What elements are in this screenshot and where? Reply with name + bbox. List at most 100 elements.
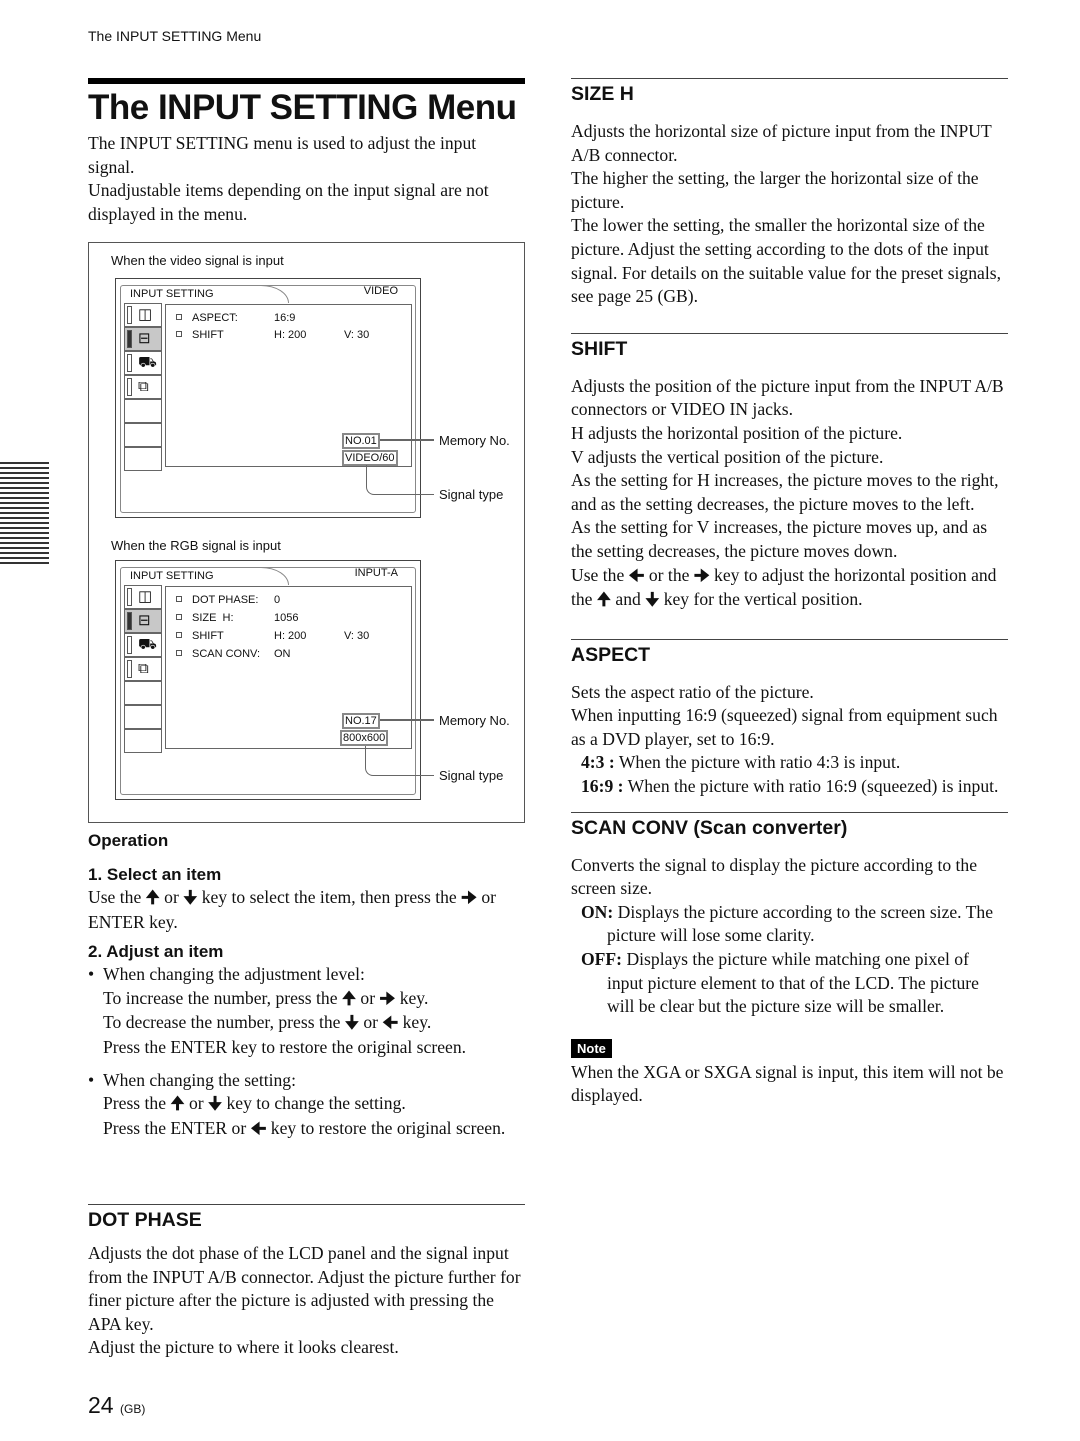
step1-text: Use the 🠉 or 🠋 key to select the item, t… [88, 887, 497, 932]
step1-heading: 1. Select an item [88, 865, 222, 884]
right-arrow-icon: 🠊 [379, 988, 396, 1009]
down-arrow-icon: 🠋 [645, 590, 660, 611]
signal-type-callout: Signal type [439, 487, 504, 502]
figure-caption: When the RGB signal is input [111, 538, 281, 553]
right-column: SIZE H Adjusts the horizontal size of pi… [571, 78, 1008, 1108]
installation-icon: ⧉ [138, 660, 149, 677]
signal-leader-line [366, 465, 434, 495]
osd-icon-column: ◫ ⊟ ⛟ ⧉ [124, 303, 162, 471]
section-heading: SIZE H [571, 83, 634, 105]
down-arrow-icon: 🠋 [183, 888, 198, 908]
up-arrow-icon: 🠉 [341, 988, 357, 1009]
signal-type-callout: Signal type [439, 768, 504, 783]
section-heading: SHIFT [571, 337, 628, 360]
title-rule [88, 78, 525, 84]
osd-row-dot-phase[interactable]: DOT PHASE: 0 [176, 594, 344, 606]
setup-icon: ⛟ [138, 636, 157, 653]
osd-signal-label: INPUT-A [354, 567, 398, 579]
note-text: When the XGA or SXGA signal is input, th… [571, 1061, 1004, 1106]
osd-row-aspect[interactable]: ASPECT: 16:9 [176, 312, 344, 324]
osd-row-scan-conv[interactable]: SCAN CONV: ON [176, 648, 344, 660]
picture-icon: ◫ [138, 588, 153, 605]
osd-row-shift[interactable]: SHIFT H: 200 V: 30 [176, 630, 369, 642]
osd-icon-column: ◫ ⊟ ⛟ ⧉ [124, 585, 162, 753]
intro-paragraph: Unadjustable items depending on the inpu… [88, 180, 489, 224]
aspect-option: 4:3 : When the picture with ratio 4:3 is… [581, 752, 901, 773]
scan-conv-option: ON: Displays the picture according to th… [581, 901, 994, 946]
installation-icon: ⧉ [138, 378, 149, 395]
memory-number-callout: Memory No. [439, 713, 510, 728]
left-arrow-icon: 🠈 [628, 565, 645, 586]
memory-number-badge: NO.01 [342, 433, 380, 449]
section-dot-phase: DOT PHASE Adjusts the dot phase of the L… [88, 1204, 525, 1360]
left-arrow-icon: 🠈 [382, 1013, 399, 1034]
down-arrow-icon: 🠋 [344, 1013, 359, 1034]
osd-menu-icon-empty [124, 705, 162, 729]
osd-figure-box: When the video signal is input INPUT SET… [88, 242, 525, 823]
section-size-h: SIZE H Adjusts the horizontal size of pi… [571, 78, 1008, 309]
memory-leader-line [380, 439, 434, 441]
item-marker-icon [176, 596, 182, 602]
memory-number-badge: NO.17 [342, 713, 380, 729]
osd-menu-icon-installation[interactable]: ⧉ [124, 657, 162, 681]
up-arrow-icon: 🠉 [170, 1094, 185, 1115]
osd-menu-icon-empty [124, 447, 162, 471]
left-arrow-icon: 🠈 [250, 1118, 267, 1139]
section-shift: SHIFT Adjusts the position of the pictur… [571, 332, 1008, 613]
osd-menu-icon-input-setting[interactable]: ⊟ [124, 609, 162, 633]
section-scan-conv: SCAN CONV (Scan converter) Converts the … [571, 811, 1008, 1108]
memory-leader-line [380, 719, 434, 721]
up-arrow-icon: 🠉 [596, 590, 611, 611]
setup-icon: ⛟ [138, 354, 157, 371]
osd-row-shift[interactable]: SHIFT H: 200 V: 30 [176, 329, 369, 341]
step2-heading: 2. Adjust an item [88, 942, 224, 962]
left-column: The INPUT SETTING Menu The INPUT SETTING… [88, 78, 525, 226]
operation-heading: Operation [88, 831, 169, 850]
intro-paragraph: The INPUT SETTING menu is used to adjust… [88, 133, 477, 177]
osd-menu-icon-installation[interactable]: ⧉ [124, 375, 162, 399]
right-arrow-icon: 🠊 [461, 888, 477, 908]
signal-type-badge: 800x600 [340, 730, 389, 746]
section-heading: ASPECT [571, 643, 651, 666]
item-marker-icon [176, 314, 182, 320]
signal-leader-line [365, 746, 434, 776]
input-setting-icon: ⊟ [138, 330, 151, 347]
aspect-option: 16:9 : When the picture with ratio 16:9 … [581, 776, 999, 797]
section-aspect: ASPECT Sets the aspect ratio of the pict… [571, 638, 1008, 799]
section-heading: DOT PHASE [88, 1209, 202, 1231]
osd-menu-icon-input-setting[interactable]: ⊟ [124, 327, 162, 351]
osd-row-size-h[interactable]: SIZE H: 1056 [176, 612, 344, 624]
osd-title: INPUT SETTING [130, 288, 214, 300]
scan-conv-option: OFF: Displays the picture while matching… [581, 949, 979, 1017]
item-marker-icon [176, 650, 182, 656]
figure-caption: When the video signal is input [111, 253, 284, 268]
operation-section: Operation 1. Select an item Use the 🠉 or… [88, 830, 525, 1141]
up-arrow-icon: 🠉 [145, 888, 160, 908]
item-marker-icon [176, 331, 182, 337]
input-setting-icon: ⊟ [138, 612, 151, 629]
osd-menu-icon-empty [124, 681, 162, 705]
note-badge: Note [571, 1038, 612, 1058]
item-marker-icon [176, 632, 182, 638]
osd-title: INPUT SETTING [130, 570, 214, 582]
item-marker-icon [176, 614, 182, 620]
picture-icon: ◫ [138, 306, 153, 323]
chapter-thumb-tab [0, 462, 49, 566]
running-header: The INPUT SETTING Menu [88, 28, 262, 44]
bullet-setting: • When changing the setting: Press the 🠉… [88, 1069, 506, 1139]
down-arrow-icon: 🠋 [208, 1094, 223, 1115]
osd-menu-icon-picture[interactable]: ◫ [124, 585, 162, 609]
right-arrow-icon: 🠊 [693, 565, 710, 586]
osd-menu-icon-setup[interactable]: ⛟ [124, 633, 162, 657]
osd-menu-icon-setup[interactable]: ⛟ [124, 351, 162, 375]
osd-menu-icon-picture[interactable]: ◫ [124, 303, 162, 327]
page-title: The INPUT SETTING Menu [88, 88, 517, 127]
osd-menu-icon-empty [124, 729, 162, 753]
osd-menu-icon-empty [124, 423, 162, 447]
page-number: 24 (GB) [88, 1392, 146, 1418]
osd-content-panel: DOT PHASE: 0 SIZE H: 1056 SHIFT H: 200 V: 30… [165, 586, 412, 749]
osd-signal-label: VIDEO [363, 285, 398, 297]
signal-type-badge: VIDEO/60 [342, 450, 398, 466]
memory-number-callout: Memory No. [439, 433, 510, 448]
osd-menu-icon-empty [124, 399, 162, 423]
